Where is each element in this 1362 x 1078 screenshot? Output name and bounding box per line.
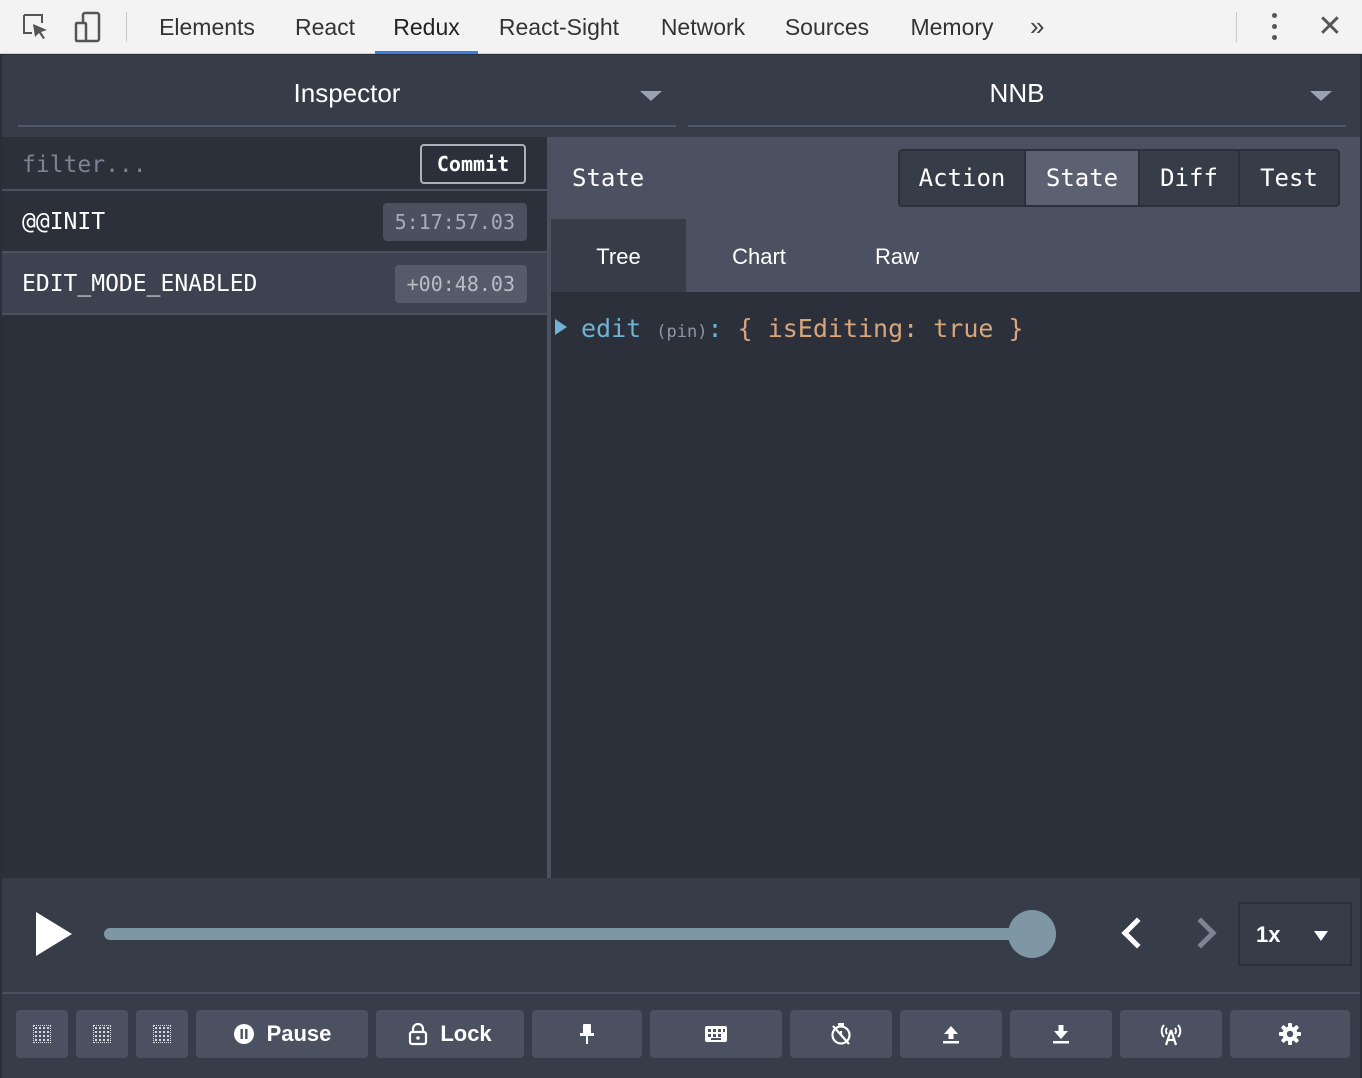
inspector-title: State [572, 164, 645, 192]
toolbar-divider [126, 12, 127, 42]
lock-label: Lock [440, 1021, 492, 1046]
tree-value: { isEditing: true } [737, 314, 1024, 343]
tab-react-sight[interactable]: React-Sight [484, 0, 634, 54]
keyboard-shortcuts-button[interactable] [650, 1010, 782, 1058]
import-button[interactable] [1010, 1010, 1112, 1058]
action-list-panel: Commit @@INIT 5:17:57.03 EDIT_MODE_ENABL… [2, 137, 547, 878]
tab-react[interactable]: React [280, 0, 370, 54]
filter-input[interactable] [22, 145, 402, 185]
import-icon [1053, 1025, 1069, 1044]
expand-arrow-icon[interactable] [555, 319, 567, 335]
tree-colon: : [707, 314, 723, 343]
tab-state[interactable]: State [1026, 151, 1140, 205]
toolbar-divider [1236, 12, 1237, 42]
speed-select[interactable]: 1x [1238, 902, 1352, 966]
export-icon [943, 1026, 959, 1044]
tab-elements[interactable]: Elements [144, 0, 270, 54]
chevron-down-icon [1310, 91, 1332, 101]
inspector-header: State Action State Diff Test [551, 137, 1360, 219]
previous-icon[interactable] [1114, 914, 1153, 954]
remote-button[interactable] [1120, 1010, 1222, 1058]
pause-label: Pause [266, 1021, 332, 1046]
slider-track[interactable] [104, 928, 1056, 940]
tab-action[interactable]: Action [900, 151, 1026, 205]
chevron-down-icon [640, 91, 662, 101]
time-travel-slider-bar: 1x [2, 878, 1360, 994]
pause-icon [233, 1024, 254, 1044]
settings-button[interactable] [1230, 1010, 1350, 1058]
export-button[interactable] [900, 1010, 1002, 1058]
inspect-element-icon[interactable] [20, 10, 52, 44]
slider-handle[interactable] [1008, 910, 1056, 958]
bottom-toolbar: Pause Lock [2, 994, 1360, 1078]
tab-tree[interactable]: Tree [551, 219, 686, 292]
action-item-selected[interactable]: EDIT_MODE_ENABLED +00:48.03 [2, 253, 547, 315]
pin-button[interactable] [532, 1010, 642, 1058]
instance-select[interactable]: NNB [688, 55, 1346, 127]
action-timestamp: 5:17:57.03 [382, 203, 527, 241]
tab-sources[interactable]: Sources [770, 0, 884, 54]
action-name: @@INIT [22, 209, 106, 235]
filter-bar: Commit [2, 137, 547, 191]
tab-memory[interactable]: Memory [896, 0, 1008, 54]
devtools-tab-bar: Elements React Redux React-Sight Network… [0, 0, 1362, 54]
keyboard-icon [705, 1026, 727, 1042]
kebab-menu-icon[interactable] [1262, 12, 1286, 42]
tab-network[interactable]: Network [646, 0, 760, 54]
dock-right-button[interactable] [76, 1010, 128, 1058]
pin-icon [580, 1024, 594, 1044]
tree-annotation: (pin) [656, 322, 708, 342]
dock-bottom-icon [153, 1025, 171, 1043]
tab-redux[interactable]: Redux [375, 0, 478, 54]
state-view-tabs: Tree Chart Raw [551, 219, 1360, 292]
inspector-mode-tabs: Action State Diff Test [898, 149, 1340, 207]
lock-icon [409, 1022, 428, 1046]
tree-key: edit [581, 314, 642, 343]
remote-icon [1160, 1024, 1182, 1046]
pause-button[interactable]: Pause [196, 1010, 368, 1058]
chevron-down-icon [1314, 931, 1328, 941]
state-tree-node[interactable]: edit (pin): { isEditing: true } [555, 311, 1024, 347]
dock-right-icon [93, 1025, 111, 1043]
action-name: EDIT_MODE_ENABLED [22, 271, 258, 297]
tab-diff[interactable]: Diff [1140, 151, 1240, 205]
dock-bottom-button[interactable] [136, 1010, 188, 1058]
instance-label: NNB [989, 78, 1045, 108]
more-tabs-icon[interactable]: » [1030, 0, 1044, 54]
device-toolbar-icon[interactable] [72, 10, 104, 44]
tab-chart[interactable]: Chart [691, 219, 827, 292]
play-icon[interactable] [36, 912, 76, 956]
speed-value: 1x [1256, 922, 1281, 947]
commit-button[interactable]: Commit [420, 144, 526, 184]
monitor-type-select[interactable]: Inspector [18, 55, 676, 127]
dock-left-button[interactable] [16, 1010, 68, 1058]
tab-test[interactable]: Test [1240, 151, 1338, 205]
lock-button[interactable]: Lock [376, 1010, 524, 1058]
settings-icon [1279, 1023, 1301, 1045]
persist-button[interactable] [790, 1010, 892, 1058]
close-icon[interactable]: ✕ [1314, 10, 1346, 44]
inspector-panel: State Action State Diff Test Tree Chart … [551, 137, 1360, 878]
next-icon[interactable] [1185, 914, 1224, 954]
persist-timer-icon [831, 1023, 851, 1045]
dock-left-icon [33, 1025, 51, 1043]
monitor-type-label: Inspector [293, 78, 401, 108]
action-timestamp: +00:48.03 [394, 265, 527, 303]
action-item[interactable]: @@INIT 5:17:57.03 [2, 191, 547, 253]
tab-raw[interactable]: Raw [831, 219, 963, 292]
monitor-selector-row: Inspector NNB [2, 55, 1360, 137]
